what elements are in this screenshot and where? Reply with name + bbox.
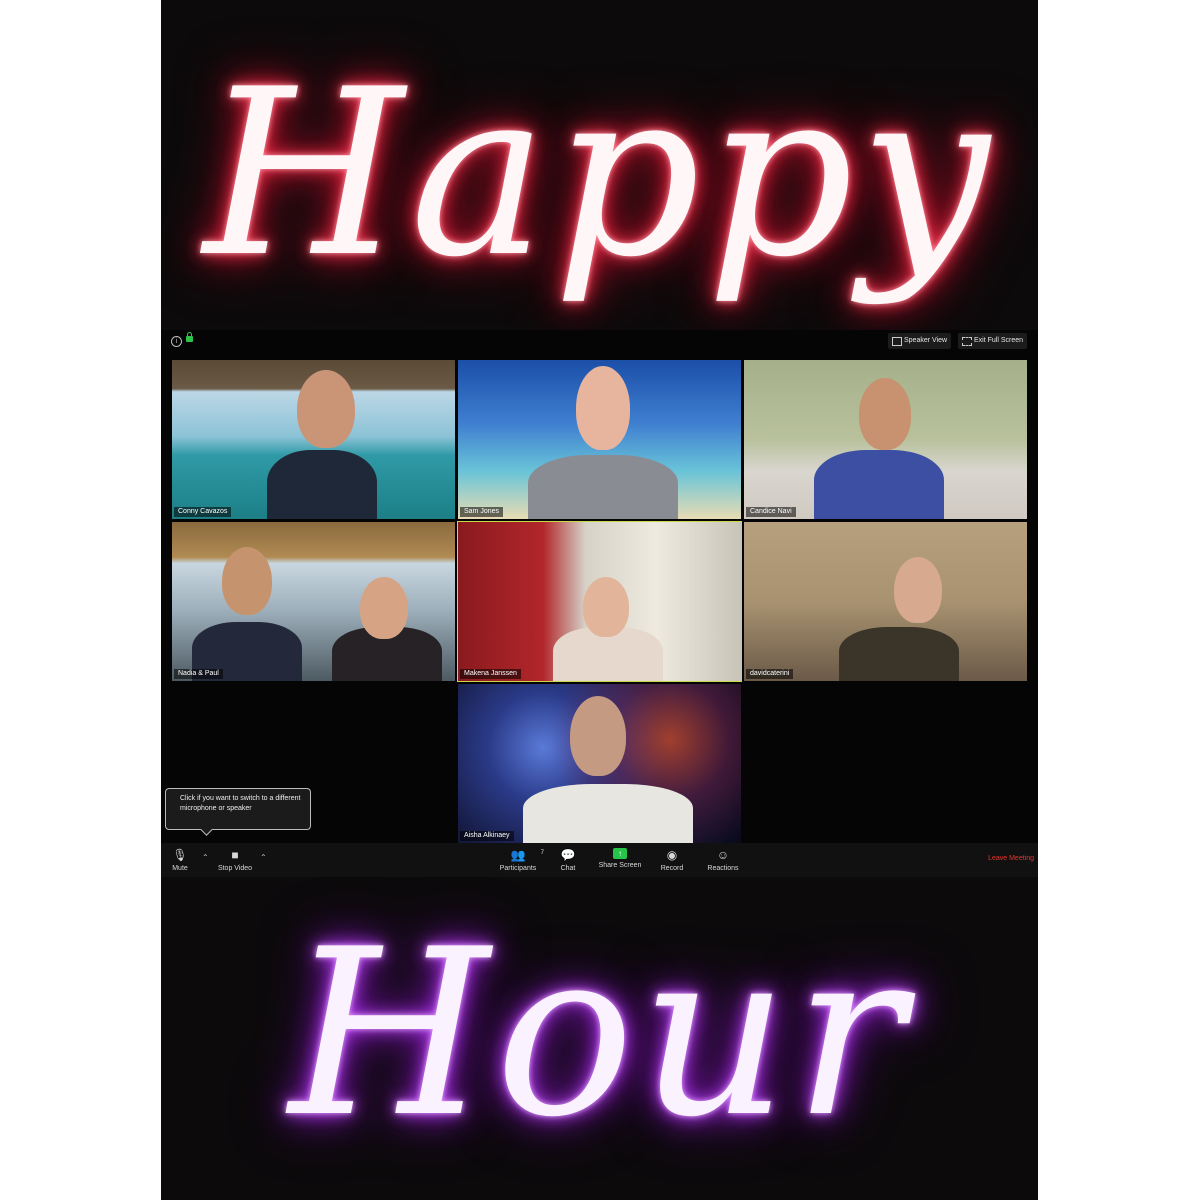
lock-icon[interactable] (186, 332, 193, 342)
video-tile-sam-jones[interactable]: Sam Jones (458, 360, 741, 519)
smiley-plus-icon: ☺ (716, 848, 730, 862)
record-label: Record (660, 865, 684, 872)
headline-hour: Hour (288, 901, 911, 1168)
video-tile-davidcaterini[interactable]: davidcaterini (744, 522, 1027, 681)
mute-button[interactable]: 🎙 Mute (169, 848, 191, 872)
microphone-icon: 🎙 (172, 848, 188, 862)
record-icon: ◉ (666, 848, 678, 862)
participant-figure (576, 366, 630, 450)
video-tile-nadia-paul[interactable]: Nadia & Paul (172, 522, 455, 681)
meeting-top-bar: i Speaker View Exit Full Screen (161, 330, 1038, 352)
mute-label: Mute (172, 865, 188, 872)
participant-name: Makena Janssen (460, 669, 521, 679)
video-tile-aisha-alkinaey[interactable]: Aisha Alkinaey (458, 684, 741, 843)
meeting-controls-toolbar: 🎙 Mute ⌃ ■ Stop Video ⌃ 👥 7 Participants … (161, 843, 1038, 877)
happy-hour-poster: Happy i Speaker View Exit Full Screen Co… (161, 0, 1038, 1200)
participant-name: davidcaterini (746, 669, 794, 679)
reactions-label: Reactions (707, 865, 739, 872)
speaker-view-label: Speaker View (904, 337, 948, 344)
reactions-button[interactable]: ☺ Reactions (705, 848, 741, 872)
share-screen-button[interactable]: ↑ Share Screen (597, 848, 643, 869)
video-tile-candice-navi[interactable]: Candice Navi (744, 360, 1027, 519)
zoom-meeting-window: i Speaker View Exit Full Screen Conny Ca… (161, 330, 1038, 877)
exit-full-screen-button[interactable]: Exit Full Screen (958, 333, 1028, 349)
video-options-chevron-icon[interactable]: ⌃ (260, 853, 267, 862)
participants-label: Participants (499, 865, 537, 872)
participant-figure (583, 577, 629, 637)
participants-count: 7 (540, 850, 544, 856)
exit-full-screen-label: Exit Full Screen (974, 337, 1024, 344)
participant-name: Aisha Alkinaey (460, 831, 514, 841)
record-button[interactable]: ◉ Record (658, 848, 686, 872)
headline-happy: Happy (203, 41, 996, 308)
participant-figure (523, 784, 693, 843)
audio-switch-tooltip: Click if you want to switch to a differe… (165, 788, 311, 830)
chat-bubble-icon: 💬 (560, 848, 576, 862)
chat-label: Chat (560, 865, 576, 872)
stop-video-label: Stop Video (217, 865, 253, 872)
participant-figure (297, 370, 355, 448)
participant-figure (528, 455, 678, 519)
info-icon[interactable]: i (171, 336, 182, 347)
exit-full-screen-icon (962, 337, 972, 346)
leave-meeting-button[interactable]: Leave Meeting (988, 855, 1034, 862)
participant-figure (570, 696, 626, 776)
participant-figure (267, 450, 377, 519)
speaker-view-button[interactable]: Speaker View (888, 333, 952, 349)
participant-name: Conny Cavazos (174, 507, 232, 517)
audio-options-chevron-icon[interactable]: ⌃ (202, 853, 209, 862)
participant-figure (894, 557, 942, 623)
participant-name: Nadia & Paul (174, 669, 223, 679)
video-tile-makena-janssen[interactable]: Makena Janssen (457, 521, 742, 682)
share-screen-label: Share Screen (598, 862, 642, 869)
video-camera-icon: ■ (231, 848, 239, 862)
stop-video-button[interactable]: ■ Stop Video (215, 848, 255, 872)
participant-figure (222, 547, 272, 615)
participant-name: Candice Navi (746, 507, 796, 517)
share-screen-icon: ↑ (613, 848, 627, 859)
participant-name: Sam Jones (460, 507, 504, 517)
participant-figure (839, 627, 959, 681)
participant-figure (859, 378, 911, 450)
participants-button[interactable]: 👥 7 Participants (496, 848, 544, 872)
speaker-view-icon (892, 337, 902, 346)
video-tile-conny-cavazos[interactable]: Conny Cavazos (172, 360, 455, 519)
participant-figure (814, 450, 944, 519)
participant-figure (360, 577, 408, 639)
chat-button[interactable]: 💬 Chat (557, 848, 579, 872)
participants-icon: 👥 7 (510, 848, 544, 862)
